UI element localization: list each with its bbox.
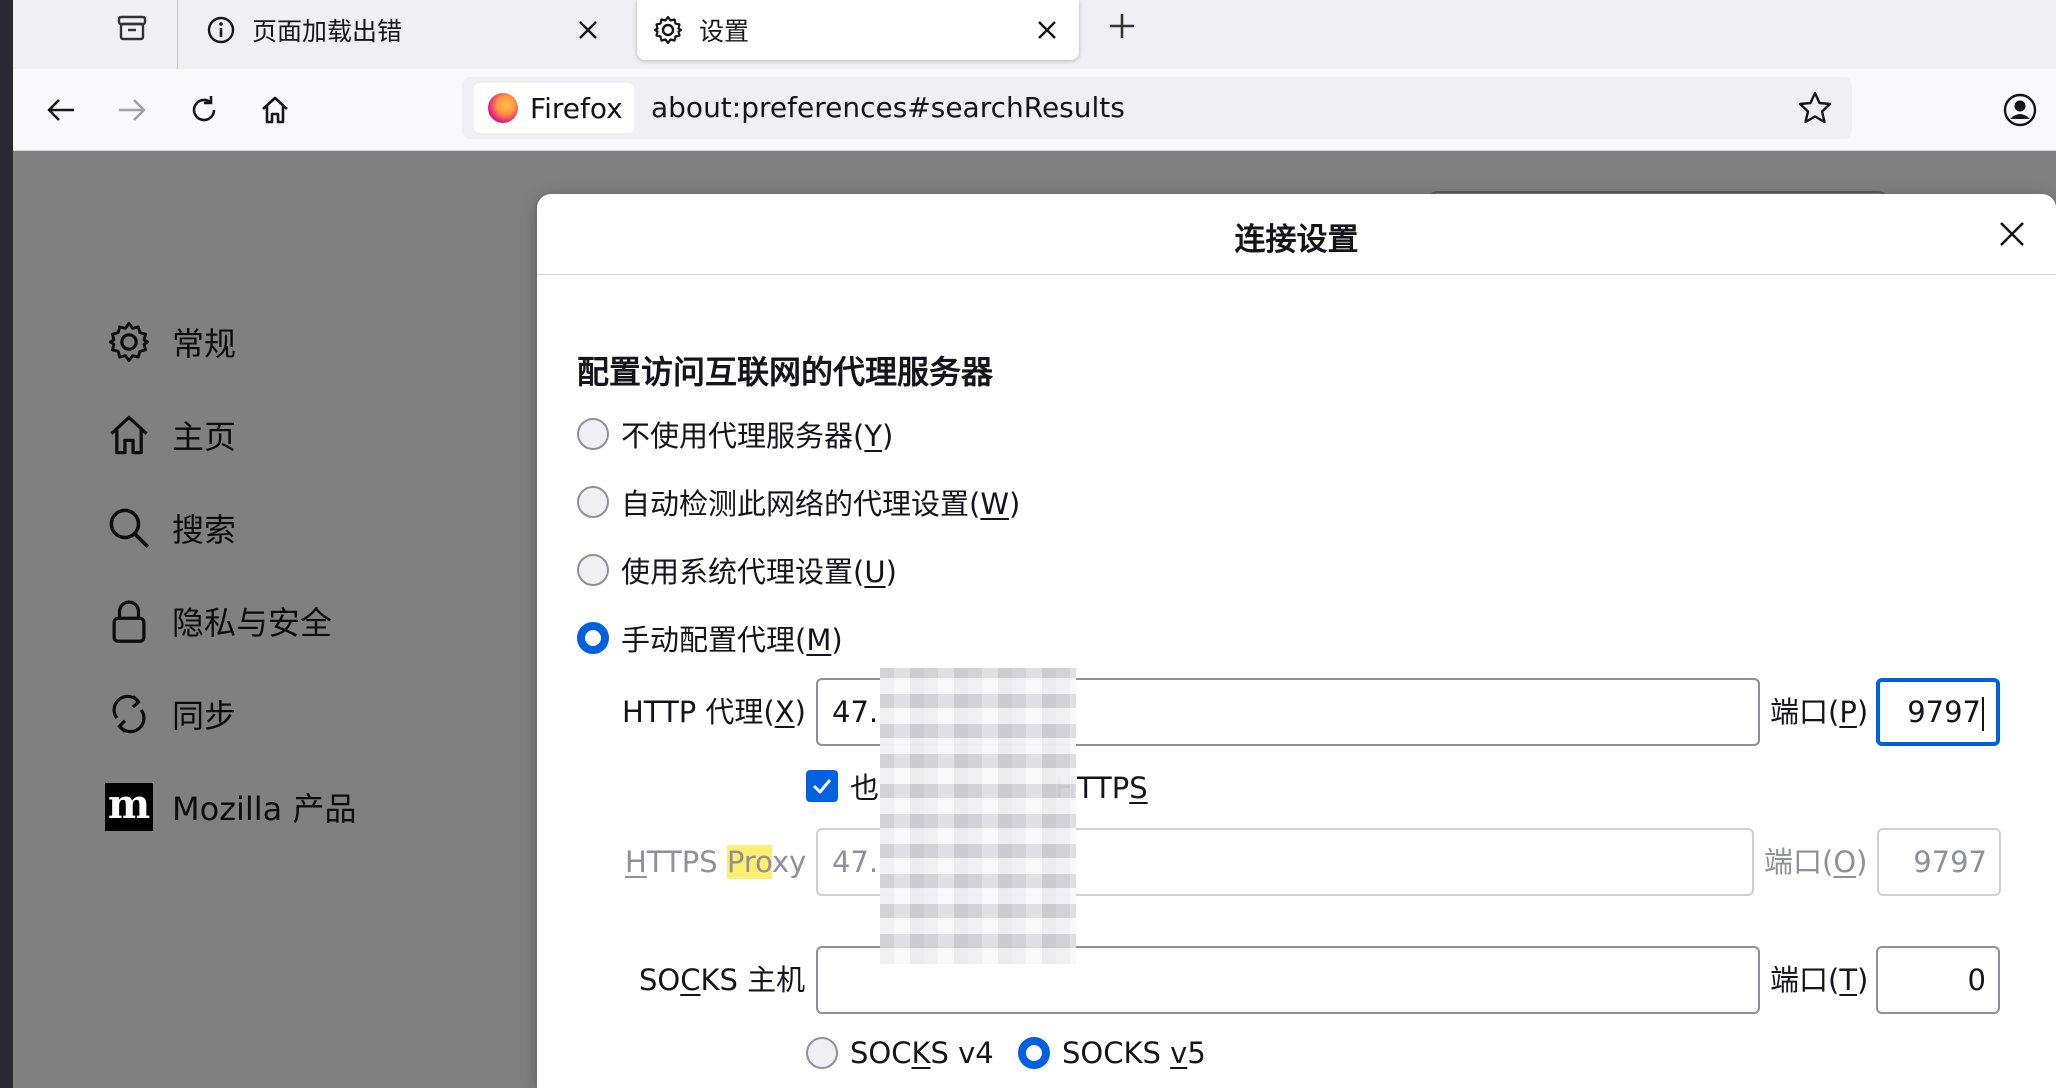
account-icon[interactable] bbox=[2000, 90, 2040, 130]
lock-icon bbox=[104, 596, 154, 646]
sidebar-item-general[interactable]: 常规 bbox=[104, 312, 236, 372]
access-key: U bbox=[864, 555, 886, 589]
radio-no-proxy[interactable]: 不使用代理服务器(Y) bbox=[577, 412, 893, 456]
connection-settings-dialog: 连接设置 配置访问互联网的代理服务器 不使用代理服务器(Y) 自动检测此网络的代… bbox=[537, 194, 2056, 1088]
radio-label: 自动检测此网络的代理设置( bbox=[621, 487, 981, 521]
tab-overflow-icon[interactable] bbox=[112, 6, 152, 46]
access-key: W bbox=[980, 487, 1010, 521]
https-port-input[interactable]: 9797 bbox=[1877, 828, 2001, 896]
radio-label: 不使用代理服务器( bbox=[621, 419, 865, 453]
home-icon bbox=[104, 410, 154, 460]
tab-strip: 页面加载出错 设置 bbox=[0, 0, 2056, 69]
http-proxy-label: HTTP 代理(X) bbox=[622, 695, 806, 729]
dialog-title: 连接设置 bbox=[1234, 222, 1359, 258]
access-key: Y bbox=[864, 419, 883, 453]
radio-button[interactable] bbox=[577, 486, 609, 518]
reload-button[interactable] bbox=[182, 88, 226, 132]
back-button[interactable] bbox=[39, 88, 83, 132]
tab-label: 设置 bbox=[699, 17, 750, 46]
window-edge bbox=[0, 0, 13, 1088]
sidebar-item-sync[interactable]: 同步 bbox=[104, 684, 236, 744]
close-icon[interactable] bbox=[1990, 212, 2034, 256]
sidebar-item-label: Mozilla 产品 bbox=[172, 790, 357, 828]
socks-host-label: SOCKS 主机 bbox=[639, 963, 806, 997]
tab-separator bbox=[177, 0, 178, 69]
mozilla-icon: m bbox=[104, 782, 154, 832]
radio-button-checked[interactable] bbox=[577, 622, 609, 654]
http-port-label: 端口(P) bbox=[1770, 695, 1869, 729]
radio-socks-v5[interactable]: SOCKS v5 bbox=[1018, 1031, 1206, 1075]
navigation-bar: Firefox about:preferences#searchResults bbox=[13, 69, 2056, 151]
info-icon bbox=[204, 13, 238, 47]
paren: ) bbox=[882, 419, 894, 453]
close-icon[interactable] bbox=[1029, 12, 1065, 48]
socks-port-input[interactable]: 0 bbox=[1876, 946, 2000, 1014]
paren: ) bbox=[1009, 487, 1021, 521]
radio-button[interactable] bbox=[577, 554, 609, 586]
sidebar-item-mozilla-products[interactable]: m Mozilla 产品 bbox=[104, 777, 356, 837]
sidebar-item-search[interactable]: 搜索 bbox=[104, 498, 236, 558]
dialog-header: 连接设置 bbox=[537, 194, 2056, 275]
close-icon[interactable] bbox=[570, 12, 606, 48]
paren: ) bbox=[885, 555, 897, 589]
tab-settings[interactable]: 设置 bbox=[637, 0, 1079, 60]
checkbox-label: 也 bbox=[850, 771, 880, 805]
text-caret bbox=[1982, 697, 1984, 731]
url-bar[interactable]: Firefox about:preferences#searchResults bbox=[462, 77, 1852, 139]
sidebar-item-label: 主页 bbox=[172, 418, 237, 456]
section-title: 配置访问互联网的代理服务器 bbox=[577, 353, 994, 391]
radio-socks-v4[interactable]: SOCKS v4 bbox=[806, 1031, 994, 1075]
https-port-label: 端口(O) bbox=[1764, 845, 1868, 879]
sidebar-item-label: 隐私与安全 bbox=[172, 604, 333, 642]
radio-manual-proxy[interactable]: 手动配置代理(M) bbox=[577, 616, 843, 660]
radio-label: 手动配置代理( bbox=[621, 623, 807, 657]
radio-button[interactable] bbox=[577, 418, 609, 450]
radio-button[interactable] bbox=[806, 1037, 838, 1069]
sidebar-item-privacy[interactable]: 隐私与安全 bbox=[104, 591, 332, 651]
new-tab-button[interactable] bbox=[1102, 6, 1142, 46]
socks-port-label: 端口(T) bbox=[1770, 963, 1869, 997]
sidebar-item-label: 常规 bbox=[172, 325, 237, 363]
search-icon bbox=[104, 503, 154, 553]
redaction-mask-overlay bbox=[880, 668, 1076, 964]
url-text[interactable]: about:preferences#searchResults bbox=[651, 91, 1125, 124]
sidebar-item-label: 同步 bbox=[172, 697, 237, 735]
gear-icon bbox=[651, 13, 685, 47]
radio-label: 使用系统代理设置( bbox=[621, 555, 865, 589]
identity-label: Firefox bbox=[530, 91, 623, 125]
http-port-input[interactable]: 9797 bbox=[1876, 678, 2000, 746]
identity-box[interactable]: Firefox bbox=[474, 83, 634, 133]
home-button[interactable] bbox=[253, 88, 297, 132]
firefox-logo-icon bbox=[488, 93, 518, 123]
bookmark-star-icon[interactable] bbox=[1796, 89, 1834, 127]
radio-system-proxy[interactable]: 使用系统代理设置(U) bbox=[577, 548, 897, 592]
checkbox-checked[interactable] bbox=[806, 770, 838, 802]
access-key: M bbox=[806, 623, 832, 657]
https-proxy-label: HTTPS Proxy bbox=[625, 845, 807, 879]
gear-icon bbox=[104, 317, 154, 367]
sync-icon bbox=[104, 689, 154, 739]
tab-label: 页面加载出错 bbox=[252, 17, 403, 46]
sidebar-item-home[interactable]: 主页 bbox=[104, 405, 236, 465]
radio-auto-detect[interactable]: 自动检测此网络的代理设置(W) bbox=[577, 480, 1020, 524]
tab-page-error[interactable]: 页面加载出错 bbox=[190, 0, 620, 60]
sidebar-item-label: 搜索 bbox=[172, 511, 237, 549]
forward-button[interactable] bbox=[110, 88, 154, 132]
radio-button-checked[interactable] bbox=[1018, 1037, 1050, 1069]
paren: ) bbox=[831, 623, 843, 657]
